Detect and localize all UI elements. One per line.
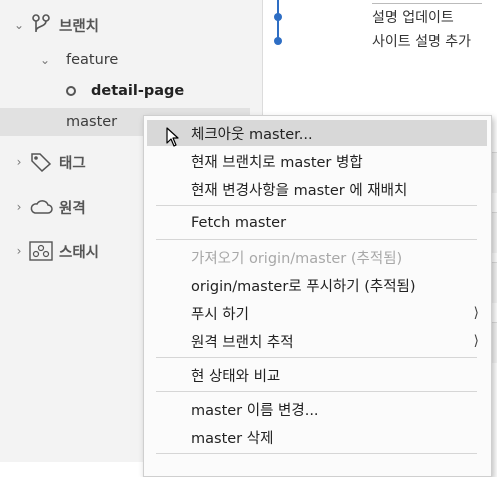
menu-item-pull: 가져오기 origin/master (추적됨) (147, 244, 487, 270)
menu-item-label: Fetch master (191, 215, 287, 231)
table-row[interactable] (492, 212, 497, 253)
table-row[interactable] (492, 262, 497, 303)
menu-item-compare[interactable]: 현 상태와 비교 (147, 362, 487, 388)
menu-separator (156, 205, 477, 206)
branch-icon (29, 14, 53, 36)
submenu-arrow-icon: ⟩ (473, 333, 479, 349)
menu-item-push[interactable]: 푸시 하기 ⟩ (147, 300, 487, 326)
menu-item-push-to[interactable]: origin/master로 푸시하기 (추적됨) (147, 272, 487, 298)
sidebar-item-feature[interactable]: ⌄ feature (0, 46, 262, 74)
menu-item-label: 현재 변경사항을 master 에 재배치 (191, 182, 408, 199)
submenu-arrow-icon: ⟩ (473, 305, 479, 321)
branch-context-menu: 체크아웃 master... 현재 브랜치로 master 병합 현재 변경사항… (143, 115, 492, 477)
stash-icon (29, 241, 53, 261)
menu-item-rename[interactable]: master 이름 변경... (147, 396, 487, 422)
menu-item-label: 현 상태와 비교 (191, 368, 281, 385)
master-label: master (66, 114, 118, 130)
commit-message[interactable]: 설명 업데이트 (372, 7, 454, 27)
menu-separator (156, 357, 477, 358)
cloud-icon (29, 199, 53, 215)
chevron-right-icon[interactable]: › (9, 155, 29, 169)
commit-dot[interactable] (274, 13, 282, 21)
chevron-right-icon[interactable]: › (9, 244, 29, 258)
menu-item-label: 푸시 하기 (191, 306, 249, 323)
chevron-down-icon[interactable]: ⌄ (9, 18, 29, 32)
chevron-down-icon[interactable]: ⌄ (35, 53, 55, 67)
menu-item-label: 체크아웃 master... (191, 126, 313, 143)
feature-label: feature (66, 52, 119, 68)
table-row[interactable] (492, 322, 497, 363)
menu-item-merge[interactable]: 현재 브랜치로 master 병합 (147, 148, 487, 174)
menu-item-label: master 이름 변경... (191, 402, 319, 419)
menu-item-track-remote[interactable]: 원격 브랜치 추적 ⟩ (147, 328, 487, 354)
sidebar-item-detail-page[interactable]: detail-page (0, 77, 262, 105)
menu-separator (156, 391, 477, 392)
menu-item-rebase[interactable]: 현재 변경사항을 master 에 재배치 (147, 176, 487, 202)
cut-off-commit (372, 0, 482, 4)
menu-separator (156, 239, 477, 240)
commit-message[interactable]: 사이트 설명 추가 (372, 31, 471, 51)
detail-page-label: detail-page (91, 83, 185, 99)
menu-item-label: 현재 브랜치로 master 병합 (191, 154, 363, 171)
menu-item-label: 가져오기 origin/master (추적됨) (191, 250, 403, 267)
menu-item-checkout[interactable]: 체크아웃 master... (147, 120, 487, 146)
menu-item-label: origin/master로 푸시하기 (추적됨) (191, 278, 416, 295)
menu-item-label: 원격 브랜치 추적 (191, 334, 294, 351)
table-row[interactable] (492, 152, 497, 193)
sidebar-section-branches[interactable]: ⌄ 브랜치 (0, 11, 262, 39)
menu-item-label: master 삭제 (191, 430, 274, 447)
current-branch-icon (66, 86, 76, 96)
tag-icon (29, 152, 53, 172)
branches-label: 브랜치 (59, 18, 100, 35)
menu-item-fetch[interactable]: Fetch master (147, 210, 487, 236)
mouse-cursor-icon (166, 127, 180, 151)
commit-dot[interactable] (274, 37, 282, 45)
menu-item-delete[interactable]: master 삭제 (147, 424, 487, 450)
remotes-label: 원격 (59, 200, 86, 217)
stash-label: 스태시 (59, 244, 100, 261)
chevron-right-icon[interactable]: › (9, 200, 29, 214)
menu-separator (156, 453, 477, 454)
tags-label: 태그 (59, 155, 86, 172)
